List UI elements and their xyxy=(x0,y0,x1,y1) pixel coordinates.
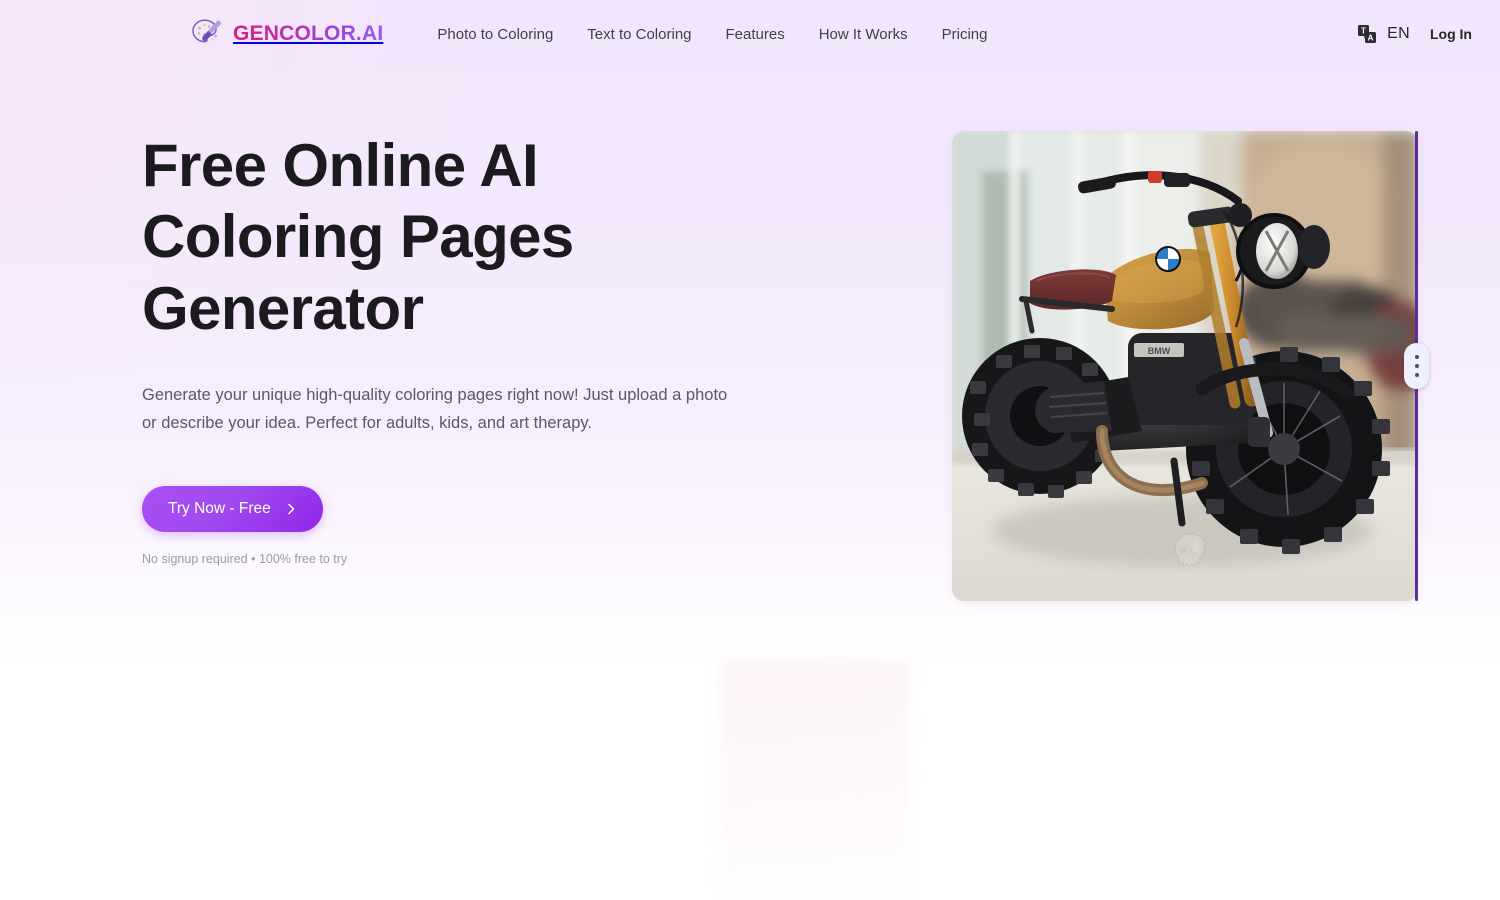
cta-note: No signup required • 100% free to try xyxy=(142,551,348,566)
chevron-right-icon xyxy=(285,503,297,515)
brand-name: GENCOLOR.AI xyxy=(233,22,384,45)
page-title: Free Online AI Coloring Pages Generator xyxy=(142,132,574,342)
header-actions: T A EN Log In xyxy=(1357,24,1472,44)
before-after-comparison-slider[interactable]: BMW xyxy=(952,131,1429,601)
comparison-image-frame: BMW xyxy=(952,131,1418,601)
vertical-dots-drag-handle[interactable] xyxy=(1404,343,1429,389)
brand-logo[interactable]: GENCOLOR.AI xyxy=(190,17,383,51)
translate-icon[interactable]: T A xyxy=(1357,24,1377,44)
cta-row: Try Now - Free xyxy=(142,485,782,532)
skull-star-watermark xyxy=(1174,533,1206,569)
svg-text:A: A xyxy=(1368,34,1374,43)
svg-text:BMW: BMW xyxy=(1148,346,1171,356)
landing-page: GENCOLOR.AI Photo to Coloring Text to Co… xyxy=(0,0,1500,900)
try-now-button[interactable]: Try Now - Free xyxy=(142,485,323,532)
site-header: GENCOLOR.AI Photo to Coloring Text to Co… xyxy=(0,0,1500,68)
primary-navigation: Photo to Coloring Text to Coloring Featu… xyxy=(437,26,987,43)
language-code[interactable]: EN xyxy=(1387,25,1410,43)
nav-item-text-to-coloring[interactable]: Text to Coloring xyxy=(587,26,691,43)
handle-dot xyxy=(1414,355,1419,359)
handle-dot xyxy=(1414,373,1419,377)
palette-brush-icon xyxy=(190,17,224,51)
hero-subtitle: Generate your unique high-quality colori… xyxy=(142,386,728,432)
hero-media: BMW xyxy=(842,130,1429,601)
hero-section: Free Online AI Coloring Pages Generator … xyxy=(0,68,1500,601)
nav-item-how-it-works[interactable]: How It Works xyxy=(819,26,908,43)
nav-item-photo-to-coloring[interactable]: Photo to Coloring xyxy=(437,26,553,43)
nav-item-features[interactable]: Features xyxy=(726,26,785,43)
handle-dot xyxy=(1414,364,1419,368)
login-link[interactable]: Log In xyxy=(1430,26,1472,42)
nav-item-pricing[interactable]: Pricing xyxy=(942,26,988,43)
try-now-button-label: Try Now - Free xyxy=(168,499,271,517)
hero-copy: Free Online AI Coloring Pages Generator … xyxy=(142,130,782,601)
